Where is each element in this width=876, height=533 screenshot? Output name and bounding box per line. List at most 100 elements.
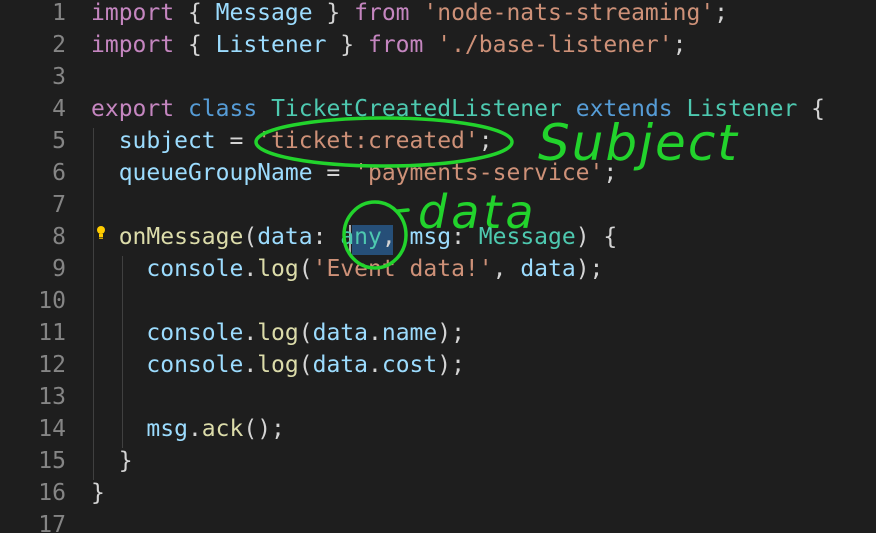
code-token-type: TicketCreatedListener: [271, 96, 562, 122]
line-code[interactable]: export class TicketCreatedListener exten…: [91, 93, 825, 125]
code-token-type: Listener: [686, 96, 798, 122]
code-token-keyword: export: [91, 96, 175, 122]
code-token-property: console: [146, 256, 244, 282]
code-token-string: 'payments-service': [354, 160, 604, 186]
line-code[interactable]: msg.ack();: [91, 413, 285, 445]
line-number: 1: [52, 0, 66, 26]
code-token-property: data: [520, 256, 576, 282]
code-line[interactable]: 10: [0, 285, 876, 317]
line-number: 2: [52, 32, 66, 58]
line-number: 6: [52, 160, 66, 186]
code-token-property: msg: [146, 416, 188, 442]
line-number: 5: [52, 128, 66, 154]
code-token-punctuation: .: [367, 320, 382, 346]
code-token-punctuation: [91, 320, 146, 346]
code-token-punctuation: }: [118, 448, 133, 474]
code-line[interactable]: 11 console.log(data.name);: [0, 317, 876, 349]
code-line[interactable]: 15 }: [0, 445, 876, 477]
code-token-function: ack: [201, 416, 244, 442]
code-token-string: 'ticket:created': [257, 128, 479, 154]
code-token-punctuation: }: [312, 0, 355, 26]
code-token-function: onMessage: [118, 224, 244, 250]
code-token-punctuation: [91, 160, 119, 186]
code-line[interactable]: 8 onMessage(data: any, msg: Message) {: [0, 221, 876, 253]
line-code[interactable]: console.log(data.name);: [91, 317, 465, 349]
code-token-punctuation: {: [174, 0, 216, 26]
code-token-punctuation: :: [451, 224, 479, 250]
code-token-punctuation: .: [367, 352, 382, 378]
code-token-punctuation: );: [575, 256, 604, 282]
code-token-punctuation: [174, 96, 188, 122]
code-token-punctuation: }: [91, 480, 105, 506]
code-token-punctuation: (: [298, 352, 313, 378]
code-token-punctuation: .: [243, 256, 258, 282]
code-token-storage: extends: [575, 96, 673, 122]
line-number: 17: [38, 512, 66, 533]
line-code[interactable]: import { Message } from 'node-nats-strea…: [91, 0, 728, 29]
code-token-function: log: [257, 352, 299, 378]
code-token-punctuation: (: [298, 256, 313, 282]
code-line[interactable]: 6 queueGroupName = 'payments-service';: [0, 157, 876, 189]
code-token-punctuation: .: [187, 416, 202, 442]
code-line[interactable]: 4 export class TicketCreatedListener exte…: [0, 93, 876, 125]
code-token-type: Message: [478, 224, 576, 250]
line-code[interactable]: onMessage(data: any, msg: Message) {: [91, 221, 618, 253]
code-editor[interactable]: 1 import { Message } from 'node-nats-stre…: [0, 0, 876, 533]
code-token-storage: class: [187, 96, 258, 122]
code-token-punctuation: (: [298, 320, 313, 346]
line-code[interactable]: import { Listener } from './base-listene…: [91, 29, 686, 61]
code-token-punctuation: [562, 96, 576, 122]
code-token-punctuation: [91, 416, 146, 442]
lightbulb-icon[interactable]: [95, 225, 107, 241]
line-code[interactable]: console.log(data.cost);: [91, 349, 465, 381]
code-token-keyword: from: [354, 0, 410, 26]
line-code[interactable]: subject = 'ticket:created';: [91, 125, 493, 157]
code-line[interactable]: 17: [0, 509, 876, 533]
code-token-keyword: from: [367, 32, 424, 58]
code-line[interactable]: 13: [0, 381, 876, 413]
code-token-punctuation: {: [174, 32, 216, 58]
code-line[interactable]: 1 import { Message } from 'node-nats-stre…: [0, 0, 876, 29]
code-token-punctuation: [423, 32, 437, 58]
code-token-punctuation: );: [437, 352, 465, 378]
code-token-punctuation: (: [243, 224, 258, 250]
code-token-property: msg: [409, 224, 452, 250]
line-number: 13: [38, 384, 66, 410]
code-token-punctuation: [257, 96, 271, 122]
code-line[interactable]: 2 import { Listener } from './base-listen…: [0, 29, 876, 61]
code-token-punctuation: ) {: [575, 224, 618, 250]
code-line[interactable]: 14 msg.ack();: [0, 413, 876, 445]
code-line[interactable]: 5 subject = 'ticket:created';: [0, 125, 876, 157]
code-line[interactable]: 7: [0, 189, 876, 221]
code-token-property: data: [312, 352, 368, 378]
code-token-property: name: [381, 320, 438, 346]
code-token-punctuation: [91, 352, 146, 378]
code-token-string: './base-listener': [437, 32, 673, 58]
code-token-punctuation: [91, 128, 119, 154]
code-line[interactable]: 12 console.log(data.cost);: [0, 349, 876, 381]
line-number: 14: [38, 416, 66, 442]
line-number: 7: [52, 192, 66, 218]
line-code[interactable]: }: [91, 477, 105, 509]
code-line[interactable]: 3: [0, 61, 876, 93]
code-token-punctuation: );: [437, 320, 465, 346]
code-line[interactable]: 16}: [0, 477, 876, 509]
code-token-property: subject: [118, 128, 216, 154]
line-code[interactable]: console.log('Event data!', data);: [91, 253, 603, 285]
code-token-punctuation: }: [326, 32, 368, 58]
code-token-function: log: [257, 256, 299, 282]
code-token-string: 'node-nats-streaming': [423, 0, 715, 26]
code-token-function: log: [257, 320, 299, 346]
line-number: 3: [52, 64, 66, 90]
code-token-punctuation: ;: [478, 128, 493, 154]
code-token-keyword: import: [91, 32, 175, 58]
line-code[interactable]: queueGroupName = 'payments-service';: [91, 157, 618, 189]
line-number: 8: [52, 224, 66, 250]
code-line[interactable]: 9 console.log('Event data!', data);: [0, 253, 876, 285]
code-token-type: any: [340, 224, 382, 250]
line-code[interactable]: }: [91, 445, 133, 477]
code-token-punctuation: ();: [243, 416, 285, 442]
code-token-punctuation: =: [215, 128, 258, 154]
code-token-punctuation: ;: [714, 0, 729, 26]
code-token-punctuation: ;: [672, 32, 687, 58]
